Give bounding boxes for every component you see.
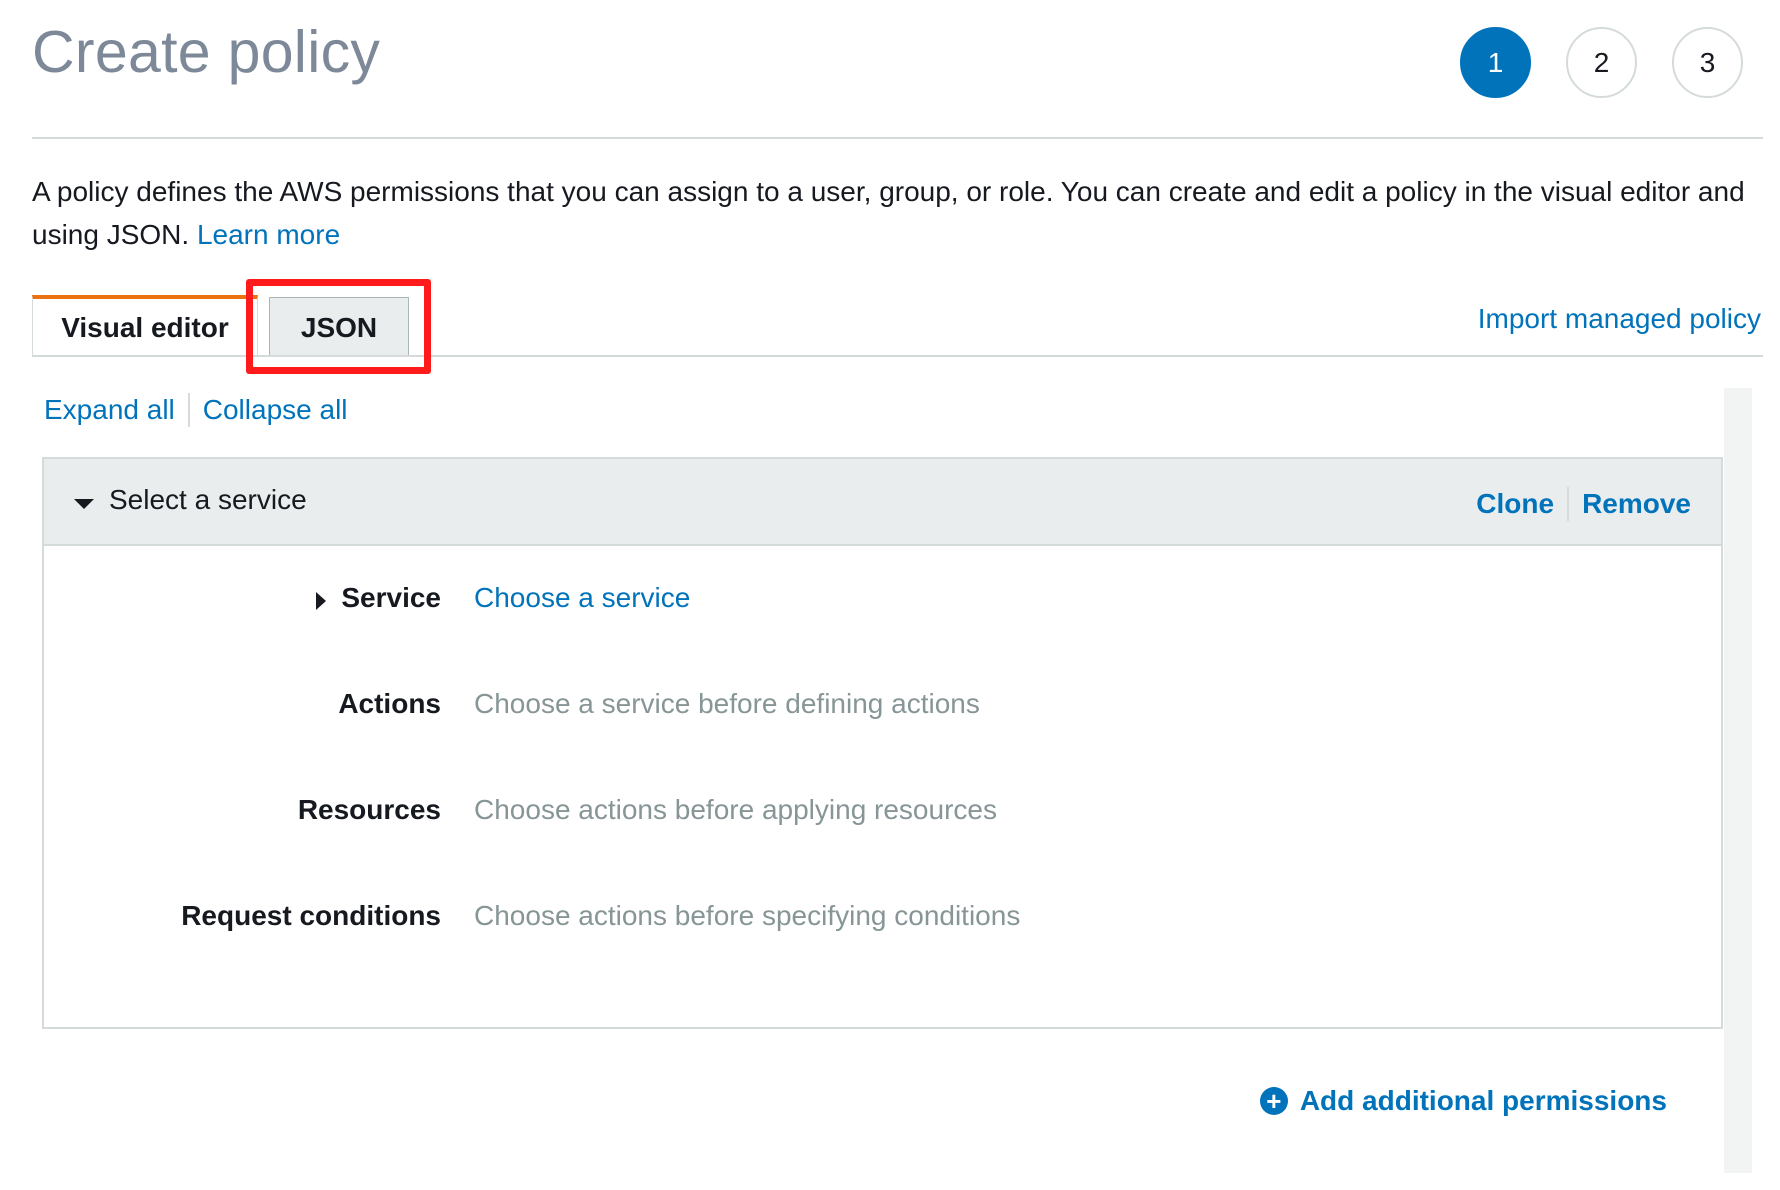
actions-row: Actions Choose a service before defining… xyxy=(44,688,1721,728)
learn-more-link[interactable]: Learn more xyxy=(197,219,340,250)
page-title: Create policy xyxy=(32,19,381,85)
service-row: Service Choose a service xyxy=(44,582,1721,622)
tab-json[interactable]: JSON xyxy=(269,297,409,357)
scrollbar-track[interactable] xyxy=(1724,388,1752,1173)
permission-panel: Select a service Clone Remove Service Ch… xyxy=(42,457,1723,1029)
step-3: 3 xyxy=(1672,27,1743,98)
header-divider xyxy=(32,137,1763,139)
tabs-divider xyxy=(32,355,1763,357)
request-conditions-row: Request conditions Choose actions before… xyxy=(44,900,1721,940)
choose-service-link[interactable]: Choose a service xyxy=(474,582,690,614)
expand-all-link[interactable]: Expand all xyxy=(44,394,175,426)
request-conditions-value: Choose actions before specifying conditi… xyxy=(474,900,1021,931)
remove-button[interactable]: Remove xyxy=(1582,488,1691,520)
intro-text: A policy defines the AWS permissions tha… xyxy=(32,170,1752,256)
step-1: 1 xyxy=(1460,27,1531,98)
expand-collapse-bar: Expand all Collapse all xyxy=(44,393,348,427)
request-conditions-label: Request conditions xyxy=(181,900,441,931)
editor-tabs: Visual editor JSON xyxy=(32,295,409,357)
step-2: 2 xyxy=(1566,27,1637,98)
resources-row: Resources Choose actions before applying… xyxy=(44,794,1721,834)
panel-actions: Clone Remove xyxy=(1476,487,1691,521)
tab-visual-editor[interactable]: Visual editor xyxy=(32,295,258,357)
toolbar-separator xyxy=(187,393,190,427)
panel-header[interactable]: Select a service Clone Remove xyxy=(44,459,1721,546)
wizard-steps: 1 2 3 xyxy=(1460,27,1743,98)
actions-label: Actions xyxy=(338,688,441,719)
add-additional-permissions-button[interactable]: + Add additional permissions xyxy=(1259,1085,1667,1117)
panel-title: Select a service xyxy=(109,484,307,515)
resources-label: Resources xyxy=(297,794,441,825)
clone-button[interactable]: Clone xyxy=(1476,488,1554,520)
caret-down-icon[interactable] xyxy=(74,499,94,509)
service-label: Service xyxy=(341,582,441,613)
actions-value: Choose a service before defining actions xyxy=(474,688,980,719)
import-managed-policy-link[interactable]: Import managed policy xyxy=(1478,303,1761,335)
resources-value: Choose actions before applying resources xyxy=(474,794,997,825)
caret-right-icon[interactable] xyxy=(316,592,326,610)
actions-separator xyxy=(1567,487,1570,521)
add-permissions-label: Add additional permissions xyxy=(1299,1085,1667,1116)
collapse-all-link[interactable]: Collapse all xyxy=(203,394,348,426)
plus-circle-icon: + xyxy=(1259,1087,1288,1115)
